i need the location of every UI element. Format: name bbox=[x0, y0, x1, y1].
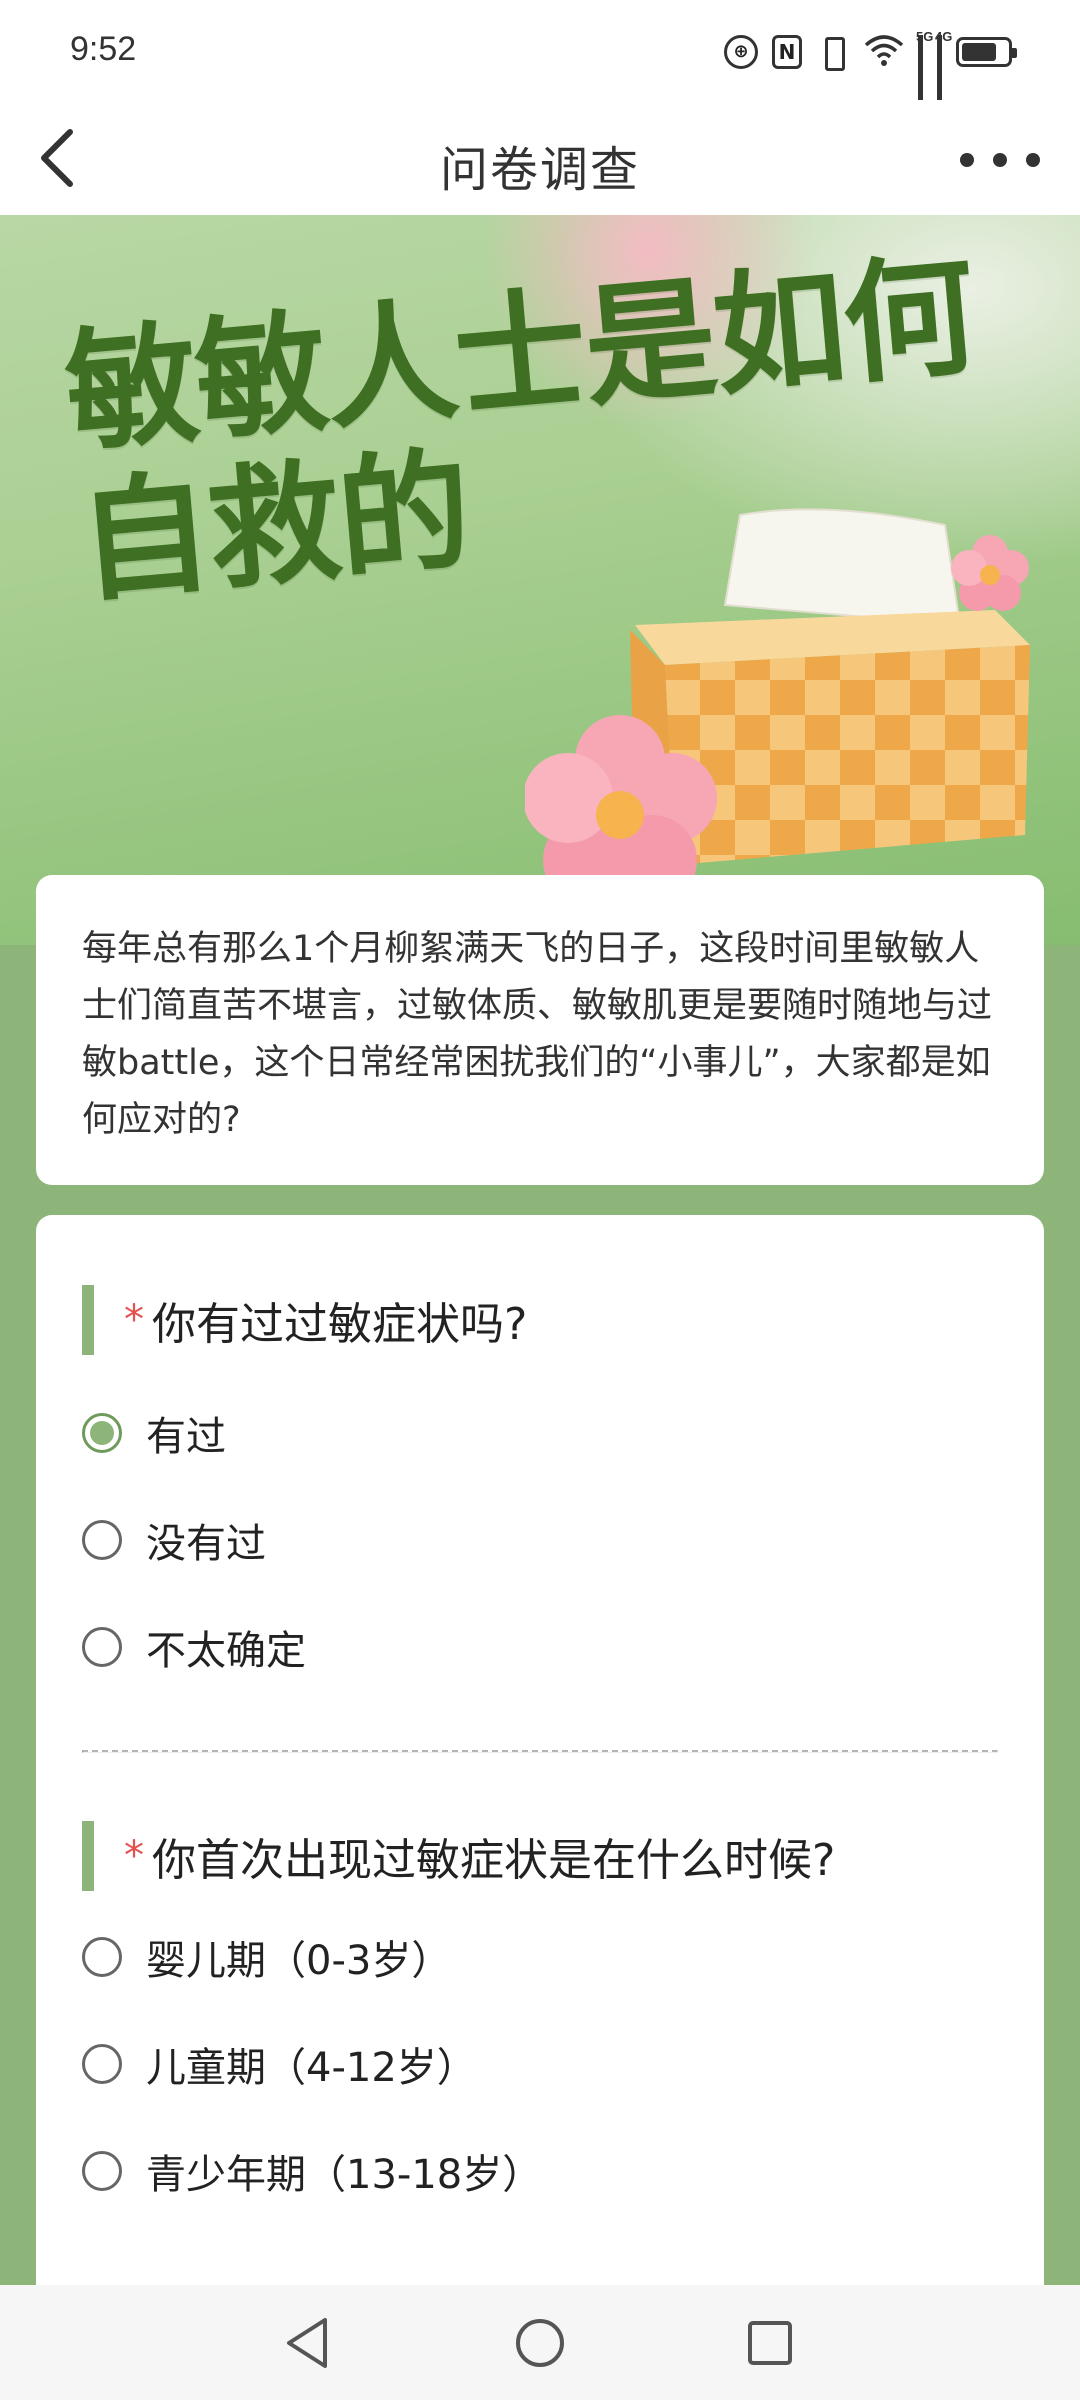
signal-4g-label: 4G bbox=[935, 29, 953, 44]
option-label: 婴儿期（0-3岁） bbox=[146, 1937, 452, 1984]
nfc-icon: N bbox=[772, 35, 802, 69]
intro-text: 每年总有那么1个月柳絮满天飞的日子，这段时间里敏敏人士们简直苦不堪言，过敏体质、… bbox=[82, 929, 993, 1140]
status-bar: 9:52 ⊕ N 5G 4G bbox=[0, 0, 1080, 113]
radio-option-没有过[interactable]: 没有过 bbox=[82, 1486, 998, 1593]
battery-icon bbox=[956, 37, 1017, 67]
question-accent-bar bbox=[82, 1285, 94, 1355]
signal-5g-label: 5G bbox=[916, 29, 934, 44]
radio-option-有过[interactable]: 有过 bbox=[82, 1379, 998, 1486]
page-title: 问卷调查 bbox=[439, 142, 640, 198]
more-dot bbox=[960, 153, 974, 167]
hd-icon: ⊕ bbox=[724, 35, 758, 69]
home-circle-icon bbox=[516, 2319, 564, 2367]
nav-home-button[interactable] bbox=[505, 2310, 575, 2376]
recents-square-icon bbox=[748, 2321, 792, 2365]
app-header: 问卷调查 bbox=[0, 100, 1080, 215]
radio-unchecked-icon[interactable] bbox=[82, 2043, 122, 2084]
radio-option-青少年期[interactable]: 青少年期（13-18岁） bbox=[82, 2117, 998, 2224]
radio-option-婴儿期[interactable]: 婴儿期（0-3岁） bbox=[82, 1903, 998, 2010]
wifi-icon bbox=[864, 33, 904, 71]
intro-card: 每年总有那么1个月柳絮满天飞的日子，这段时间里敏敏人士们简直苦不堪言，过敏体质、… bbox=[36, 875, 1044, 1185]
more-dot bbox=[993, 153, 1007, 167]
status-time: 9:52 bbox=[70, 30, 137, 68]
radio-unchecked-icon[interactable] bbox=[82, 1626, 122, 1667]
option-label: 有过 bbox=[146, 1413, 226, 1460]
question-accent-bar bbox=[82, 1821, 94, 1891]
nav-recents-button[interactable] bbox=[735, 2310, 805, 2376]
questions-card: * 你有过过敏症状吗? 有过 没有过 不太确定 * 你首次出现过敏症状是在什么时… bbox=[36, 1215, 1044, 2400]
tissue-box-illustration bbox=[525, 508, 1030, 905]
question-title: 你有过过敏症状吗? bbox=[152, 1299, 528, 1350]
back-triangle-icon bbox=[287, 2318, 327, 2368]
required-mark: * bbox=[124, 1833, 144, 1879]
question-1: * 你有过过敏症状吗? 有过 没有过 不太确定 bbox=[82, 1215, 998, 1700]
radio-unchecked-icon[interactable] bbox=[82, 2150, 122, 2191]
option-label: 儿童期（4-12岁） bbox=[146, 2044, 477, 2091]
system-nav-bar bbox=[0, 2285, 1080, 2400]
required-mark: * bbox=[124, 1297, 144, 1343]
more-dot bbox=[1026, 153, 1040, 167]
question-title: 你首次出现过敏症状是在什么时候? bbox=[152, 1835, 836, 1886]
radio-unchecked-icon[interactable] bbox=[82, 1936, 122, 1977]
radio-checked-icon[interactable] bbox=[82, 1412, 122, 1453]
signal-4g-icon: 4G bbox=[935, 29, 952, 113]
option-label: 不太确定 bbox=[146, 1627, 306, 1674]
nav-back-button[interactable] bbox=[275, 2310, 345, 2376]
question-heading: * 你首次出现过敏症状是在什么时候? bbox=[82, 1821, 998, 1891]
radio-unchecked-icon[interactable] bbox=[82, 1519, 122, 1560]
signal-5g-icon: 5G bbox=[916, 29, 933, 113]
status-icons: ⊕ N 5G 4G bbox=[724, 29, 1017, 113]
radio-option-不太确定[interactable]: 不太确定 bbox=[82, 1593, 998, 1700]
radio-option-儿童期[interactable]: 儿童期（4-12岁） bbox=[82, 2010, 998, 2117]
question-heading: * 你有过过敏症状吗? bbox=[82, 1285, 998, 1355]
more-button[interactable] bbox=[960, 135, 1040, 185]
option-label: 青少年期（13-18岁） bbox=[146, 2151, 543, 2198]
option-label: 没有过 bbox=[146, 1520, 266, 1567]
survey-banner: 敏敏人士是如何 自救的 bbox=[0, 215, 1080, 945]
question-2: * 你首次出现过敏症状是在什么时候? 婴儿期（0-3岁） 儿童期（4-12岁） … bbox=[82, 1753, 998, 2224]
vibrate-icon bbox=[816, 35, 850, 71]
